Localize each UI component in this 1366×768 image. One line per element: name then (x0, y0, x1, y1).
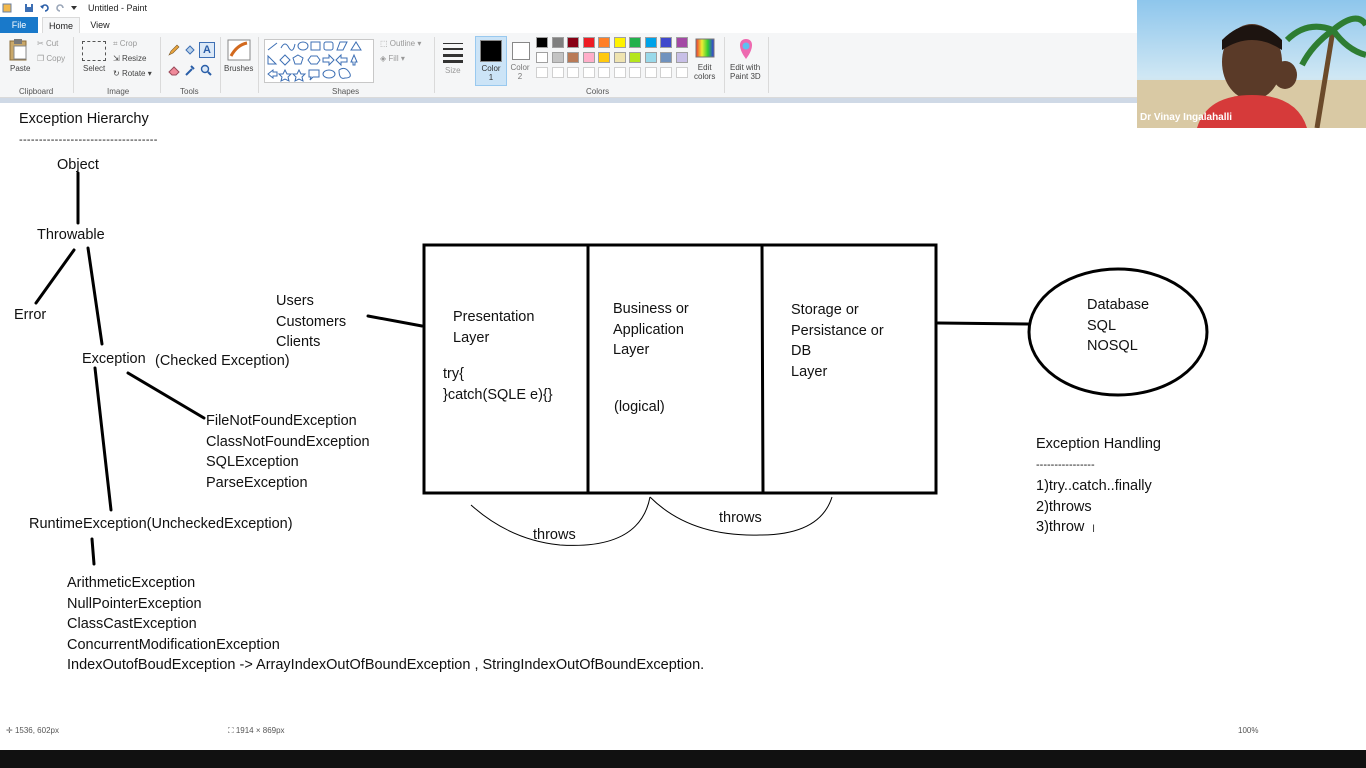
text-cursor-icon: I (1092, 523, 1096, 535)
more-options-icon[interactable] (1335, 711, 1349, 729)
node-exception: Exception (82, 351, 146, 367)
presenter-name: Dr Vinay Ingalahalli (1140, 112, 1233, 123)
checked-exception-note: (Checked Exception) (155, 353, 290, 369)
layer-divider-2 (760, 243, 765, 495)
line-throwable-exception (86, 246, 104, 346)
exception-handling-title: Exception Handling (1036, 436, 1161, 452)
line-storage-database (936, 321, 1030, 326)
throws-label-left: throws (533, 527, 576, 543)
node-error: Error (14, 307, 47, 323)
line-exception-checked (126, 371, 206, 420)
volume-icon[interactable] (1237, 711, 1255, 729)
exception-handling-underline: ---------------- (1036, 459, 1095, 471)
heading-underline: ----------------------------------- (19, 134, 158, 146)
presentation-layer-label: Presentation Layer (453, 309, 535, 346)
node-runtime-exception: RuntimeException(UncheckedException) (29, 516, 293, 532)
business-layer-label: Business or Application Layer (613, 301, 689, 358)
business-layer-note: (logical) (614, 399, 665, 415)
video-progress-bar[interactable] (16, 744, 1350, 748)
line-runtime-unchecked (90, 537, 96, 566)
presenter-webcam: Dr Vinay Ingalahalli (1137, 0, 1366, 128)
presentation-code: try{ }catch(SQLE e){} (443, 366, 553, 403)
heading-exception-hierarchy: Exception Hierarchy (19, 111, 149, 127)
checked-exception-list: FileNotFoundException ClassNotFoundExcep… (206, 413, 370, 491)
storage-layer-label: Storage or Persistance or DB Layer (791, 302, 884, 380)
video-progress-fill (16, 744, 765, 748)
exit-fullscreen-icon[interactable] (1285, 711, 1303, 729)
taskbar (0, 750, 1366, 768)
node-object: Object (57, 157, 99, 173)
line-exception-runtime (93, 366, 113, 512)
video-controls: 34:15 / 1:01:02 (0, 700, 1366, 740)
unchecked-exception-list: ArithmeticException NullPointerException… (67, 575, 705, 673)
line-throwable-error (34, 248, 76, 305)
play-icon[interactable] (16, 712, 30, 728)
database-label: Database SQL NOSQL (1087, 297, 1150, 354)
webcam-video-frame (1137, 0, 1366, 128)
line-users-presentation (366, 314, 424, 328)
node-throwable: Throwable (37, 227, 105, 243)
video-time: 34:15 / 1:01:02 (48, 712, 135, 727)
users-label: Users Customers Clients (276, 293, 347, 350)
throws-label-right: throws (719, 510, 762, 526)
